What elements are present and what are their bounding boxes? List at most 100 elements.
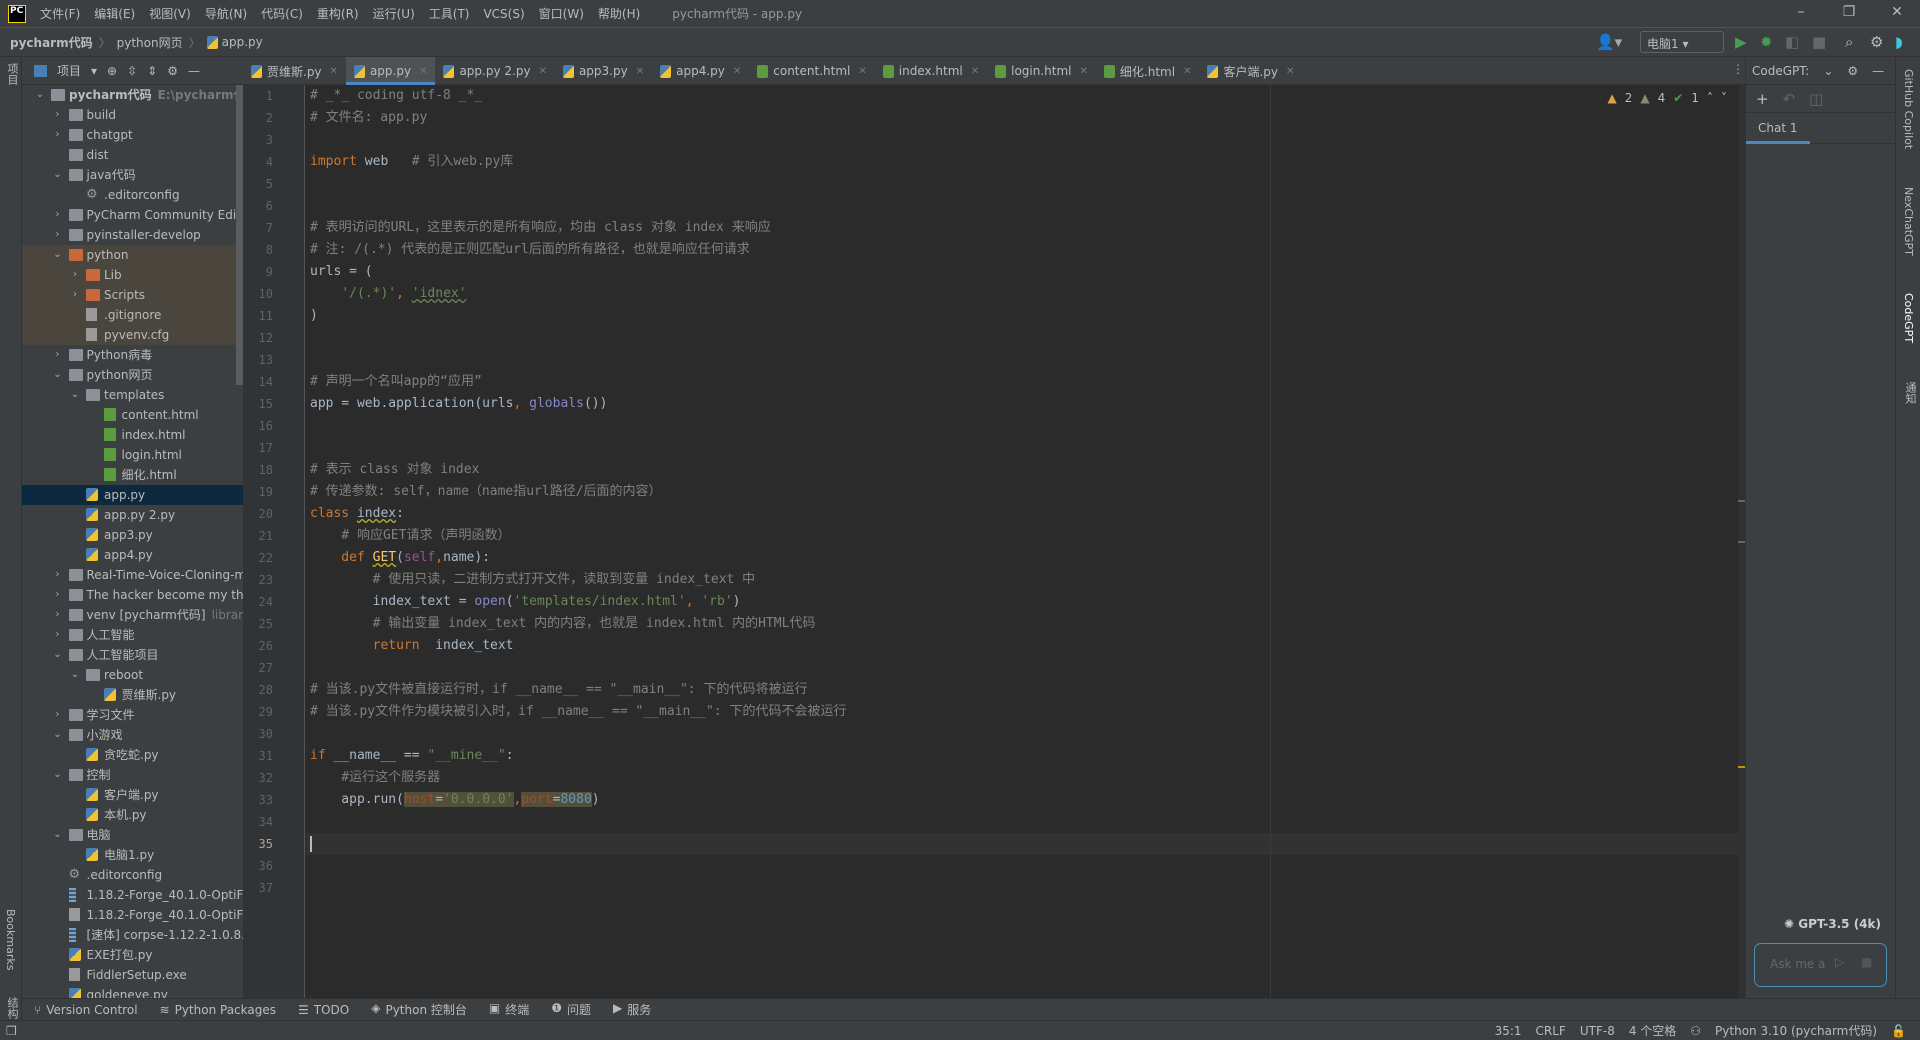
close-tab-icon[interactable]: ✕ [539, 66, 547, 77]
tree-item[interactable]: ⌄ 小游戏 [22, 725, 243, 745]
hide-icon[interactable]: — [1872, 64, 1884, 78]
breadcrumb-project[interactable]: pycharm代码 [10, 34, 93, 51]
project-tool-tab[interactable]: 项目 [4, 63, 20, 85]
tree-item[interactable]: ⌄ reboot [22, 665, 243, 685]
close-tab-icon[interactable]: ✕ [330, 66, 338, 77]
close-tab-icon[interactable]: ✕ [733, 66, 741, 77]
minimize-icon[interactable]: – [1786, 4, 1816, 20]
tree-item[interactable]: ⌄ templates [22, 385, 243, 405]
stop-icon[interactable]: ■ [1861, 955, 1872, 969]
user-icon[interactable]: 👤▾ [1596, 33, 1622, 51]
debug-icon[interactable]: ✹ [1760, 33, 1773, 51]
tree-item[interactable]: › Real-Time-Voice-Cloning-m [22, 565, 244, 585]
code-line[interactable]: # 注: /(.*) 代表的是正则匹配url后面的所有路径，也就是响应任何请求 [310, 239, 750, 261]
chevron-right-icon[interactable]: › [52, 205, 64, 225]
tree-item[interactable]: › build [22, 105, 243, 125]
send-icon[interactable]: ▷ [1835, 955, 1844, 969]
chevron-right-icon[interactable]: › [52, 125, 64, 145]
tree-item[interactable]: .gitignore [22, 305, 243, 325]
chevron-right-icon[interactable]: › [69, 265, 81, 285]
chevron-down-icon[interactable]: ⌄ [52, 165, 64, 185]
menu-vcs[interactable]: VCS(S) [483, 7, 524, 21]
chevron-right-icon[interactable]: › [52, 105, 64, 125]
tab--html[interactable]: 细化.html ✕ [1096, 57, 1200, 85]
code-line[interactable]: import web # 引入web.py库 [310, 151, 513, 173]
tree-item[interactable]: 本机.py [22, 805, 243, 825]
tree-item[interactable]: 细化.html [22, 465, 243, 485]
tree-item[interactable]: › Python病毒 [22, 345, 243, 365]
tree-item[interactable]: › The hacker become my the [22, 585, 244, 605]
tree-item[interactable]: ⌄ java代码 [22, 165, 243, 185]
tree-item[interactable]: login.html [22, 445, 243, 465]
code-line[interactable]: # _*_ coding utf-8 _*_ [310, 85, 482, 107]
code-line[interactable]: #运行这个服务器 [310, 767, 440, 789]
tab-app-py-2-py[interactable]: app.py 2.py ✕ [435, 57, 555, 85]
tab-content-html[interactable]: content.html ✕ [749, 57, 874, 85]
code-line[interactable]: # 表示 class 对象 index [310, 459, 479, 481]
code-line[interactable]: class index: [310, 503, 404, 525]
code-line[interactable]: # 声明一个名叫app的“应用” [310, 371, 482, 393]
locate-icon[interactable]: ⊕ [107, 64, 117, 78]
breadcrumb-folder[interactable]: python网页 [117, 34, 183, 51]
code-editor[interactable]: 1 2 3 4 5 6 7 8 9 10 11 12 13 14 15 16 17 18 19 20 21 22 23 24 2… [243, 85, 1745, 998]
scroll-mark[interactable] [1738, 541, 1745, 543]
tree-item[interactable]: › 人工智能 [22, 625, 243, 645]
chevron-down-icon[interactable]: ⌄ [52, 725, 64, 745]
menu-help[interactable]: 帮助(H) [598, 5, 640, 22]
next-highlight-icon[interactable]: ˅ [1721, 91, 1727, 105]
chevron-right-icon[interactable]: › [52, 705, 64, 725]
code-line[interactable]: app.run(host='0.0.0.0',port=8080) [310, 789, 600, 811]
code-line[interactable]: # 当该.py文件被直接运行时，if __name__ == "__main__… [310, 679, 807, 701]
tree-item[interactable]: 电脑1.py [22, 845, 243, 865]
tree-item[interactable]: ⌄ pycharm代码 E:\pycharm代码 [22, 85, 243, 105]
tab-app-py[interactable]: app.py ✕ [345, 57, 436, 85]
run-config-select[interactable]: 电脑1 ▾ [1640, 31, 1724, 53]
code-line[interactable]: # 输出变量 index_text 内的内容，也就是 index.html 内的… [310, 613, 816, 635]
menu-file[interactable]: 文件(F) [40, 5, 80, 22]
tree-item[interactable]: 客户端.py [22, 785, 243, 805]
menu-edit[interactable]: 编辑(E) [94, 5, 135, 22]
warning-scroll-mark[interactable] [1738, 766, 1745, 768]
split-icon[interactable]: ◫ [1809, 90, 1823, 108]
tree-item[interactable]: › 学习文件 [22, 705, 243, 725]
code-line[interactable]: def GET(self,name): [310, 547, 490, 569]
chevron-down-icon[interactable]: ⌄ [1823, 64, 1833, 78]
tree-item[interactable]: › PyCharm Community Edition [22, 205, 244, 225]
chevron-down-icon[interactable]: ⌄ [52, 245, 64, 265]
hide-icon[interactable]: — [188, 64, 200, 78]
new-chat-icon[interactable]: + [1756, 90, 1769, 108]
inspection-widget[interactable]: ▲ 2 ▲ 4 ✔ 1 ˄ ˅ [1608, 91, 1727, 105]
run-icon[interactable]: ▶ [1735, 33, 1747, 51]
close-tab-icon[interactable]: ✕ [1080, 66, 1088, 77]
chevron-right-icon[interactable]: › [69, 285, 81, 305]
undo-icon[interactable]: ↶ [1783, 90, 1796, 108]
tree-item[interactable]: › pyinstaller-develop [22, 225, 243, 245]
tree-item[interactable]: ⌄ python网页 [22, 365, 243, 385]
code-line[interactable]: '/(.*)', 'idnex' [310, 283, 466, 305]
close-tab-icon[interactable]: ✕ [1183, 66, 1191, 77]
code-line[interactable]: # 响应GET请求（声明函数） [310, 525, 510, 547]
tree-item[interactable]: ⌄ 控制 [22, 765, 243, 785]
gear-icon[interactable]: ⚙ [1847, 64, 1858, 78]
chevron-right-icon[interactable]: › [52, 225, 64, 245]
toolbox-icon[interactable]: ◗ [1895, 33, 1903, 51]
code-line[interactable]: ) [310, 305, 318, 327]
inspector-icon[interactable]: ⚇ [1690, 1024, 1701, 1038]
menu-window[interactable]: 窗口(W) [539, 5, 584, 22]
bookmarks-tool-tab[interactable]: Bookmarks [4, 909, 17, 970]
menu-view[interactable]: 视图(V) [149, 5, 191, 22]
more-tabs-icon[interactable]: ⋮ [1732, 62, 1744, 76]
coverage-icon[interactable]: ◧ [1785, 33, 1799, 51]
chevron-down-icon[interactable]: ⌄ [52, 825, 64, 845]
tab-app4-py[interactable]: app4.py ✕ [652, 57, 749, 85]
services-tab[interactable]: ▶ 服务 [613, 1001, 651, 1018]
tree-item[interactable]: › Lib [22, 265, 243, 285]
tree-item[interactable]: ⚙ .editorconfig [22, 865, 243, 885]
structure-tool-tab[interactable]: 结构 [4, 997, 20, 1019]
gear-icon[interactable]: ⚙ [167, 64, 178, 78]
code-line[interactable]: # 表明访问的URL，这里表示的是所有响应，均由 class 对象 index … [310, 217, 771, 239]
close-icon[interactable]: ✕ [1882, 4, 1912, 20]
chevron-down-icon[interactable]: ⌄ [69, 665, 81, 685]
line-separator[interactable]: CRLF [1536, 1024, 1566, 1038]
tab-login-html[interactable]: login.html ✕ [987, 57, 1096, 85]
